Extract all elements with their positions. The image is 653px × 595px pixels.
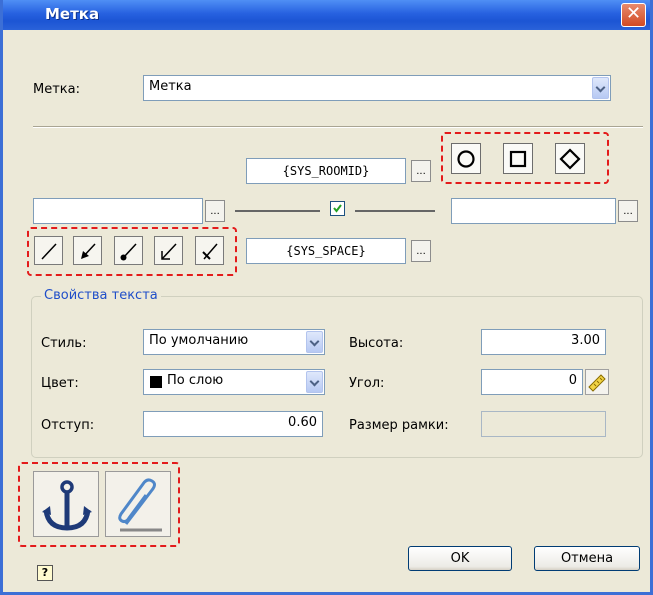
close-button[interactable]: ✕ (621, 3, 646, 27)
right-text-field[interactable] (451, 198, 616, 224)
circle-icon (457, 150, 475, 168)
divider (33, 126, 643, 128)
bottom-placeholder-field[interactable]: {SYS_SPACE} (246, 238, 406, 264)
help-button[interactable]: ? (37, 565, 53, 581)
leader-dot-icon (120, 243, 137, 261)
offset-label: Отступ: (41, 418, 95, 433)
top-placeholder-field[interactable]: {SYS_ROOMID} (246, 158, 406, 184)
angle-field[interactable]: 0 (481, 369, 583, 395)
shape-circle-button[interactable] (451, 143, 481, 174)
ruler-icon (588, 374, 606, 392)
chevron-down-icon[interactable] (306, 371, 323, 393)
left-connector-line (235, 210, 320, 212)
right-connector-line (355, 210, 435, 212)
frame-size-label: Размер рамки: (349, 418, 449, 433)
style-select-value: По умолчанию (149, 333, 249, 348)
shape-diamond-button[interactable] (555, 143, 585, 174)
check-icon (333, 204, 342, 213)
cancel-button[interactable]: Отмена (534, 546, 640, 571)
style-select[interactable]: По умолчанию (143, 329, 325, 355)
leader-arrow-button[interactable] (73, 236, 102, 265)
frame-size-field (481, 411, 606, 437)
text-properties-title: Свойства текста (41, 288, 161, 303)
pick-angle-button[interactable] (585, 369, 609, 395)
visibility-checkbox[interactable] (330, 201, 345, 216)
square-icon (509, 150, 527, 168)
top-placeholder-browse-button[interactable]: ... (411, 160, 431, 182)
height-field[interactable]: 3.00 (481, 329, 606, 355)
window-title: Метка (45, 5, 100, 23)
angle-value: 0 (568, 373, 577, 388)
color-swatch (150, 376, 162, 388)
angle-label: Угол: (349, 376, 385, 391)
shape-square-button[interactable] (503, 143, 533, 174)
left-browse-button[interactable]: ... (205, 200, 225, 222)
paperclip-icon (118, 478, 162, 532)
tag-select-value: Метка (149, 79, 192, 94)
offset-value: 0.60 (288, 415, 317, 430)
color-select[interactable]: По слою (143, 369, 325, 395)
leader-tick-icon (202, 243, 218, 260)
leader-arrow-icon (81, 243, 96, 259)
leader-line-icon (41, 243, 57, 260)
close-icon: ✕ (625, 3, 642, 24)
leader-tick-button[interactable] (195, 236, 224, 265)
right-browse-button[interactable]: ... (618, 200, 638, 222)
chevron-down-icon[interactable] (592, 77, 609, 99)
offset-field[interactable]: 0.60 (143, 411, 323, 437)
color-label: Цвет: (41, 376, 79, 391)
dialog-window: Метка ✕ Метка: Метка {SYS_ROOMID} ... ..… (0, 0, 653, 595)
leader-line-button[interactable] (34, 236, 63, 265)
height-value: 3.00 (571, 333, 600, 348)
ok-button[interactable]: OK (408, 546, 512, 571)
anchor-icon (42, 480, 92, 531)
diamond-icon (559, 148, 581, 170)
title-bar[interactable]: Метка ✕ (3, 0, 650, 30)
leader-open-arrow-icon (161, 243, 177, 260)
attach-button[interactable] (105, 471, 171, 537)
height-label: Высота: (349, 336, 404, 351)
left-text-field[interactable] (33, 198, 203, 224)
color-select-value: По слою (167, 373, 224, 388)
leader-open-arrow-button[interactable] (154, 236, 183, 265)
anchor-button[interactable] (33, 471, 99, 537)
tag-label: Метка: (33, 82, 80, 97)
bottom-placeholder-browse-button[interactable]: ... (411, 240, 431, 262)
tag-select[interactable]: Метка (143, 75, 611, 101)
chevron-down-icon[interactable] (306, 331, 323, 353)
style-label: Стиль: (41, 336, 87, 351)
leader-dot-button[interactable] (114, 236, 143, 265)
